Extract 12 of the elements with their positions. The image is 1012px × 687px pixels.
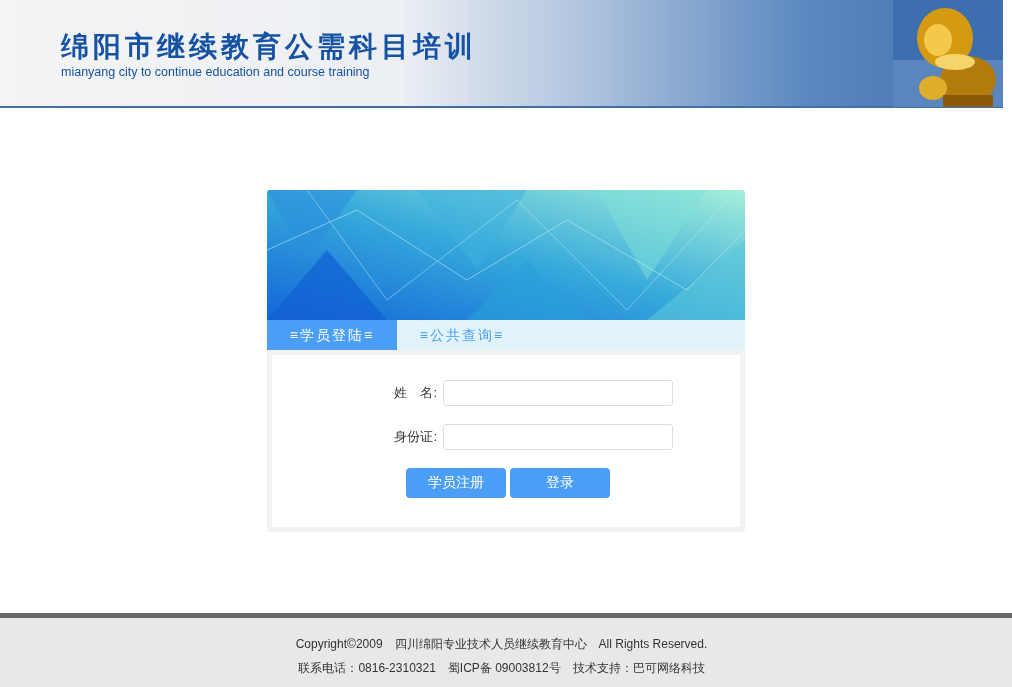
footer-text: Copyright©2009 四川绵阳专业技术人员继续教育中心 All Rights Reserved. — [294, 636, 709, 653]
input-field[interactable] — [443, 424, 673, 450]
tab[interactable]: ≡学员登陆≡ — [267, 320, 397, 350]
login-button[interactable]: 登录 — [510, 468, 610, 498]
footer-text: 联系电话：0816-2310321 蜀ICP备 09003812号 技术支持：巴可网络科技 — [297, 660, 706, 677]
input-field[interactable] — [443, 380, 673, 406]
register-button[interactable]: 学员注册 — [406, 468, 506, 498]
field-label: 姓 名: — [393, 384, 437, 402]
site-title: 绵阳市继续教育公需科目培训 — [61, 30, 477, 64]
site-subtitle: mianyang city to continue education and course training — [61, 64, 371, 80]
field-label: 身份证: — [393, 428, 437, 446]
tab[interactable]: ≡公共查询≡ — [397, 320, 527, 350]
